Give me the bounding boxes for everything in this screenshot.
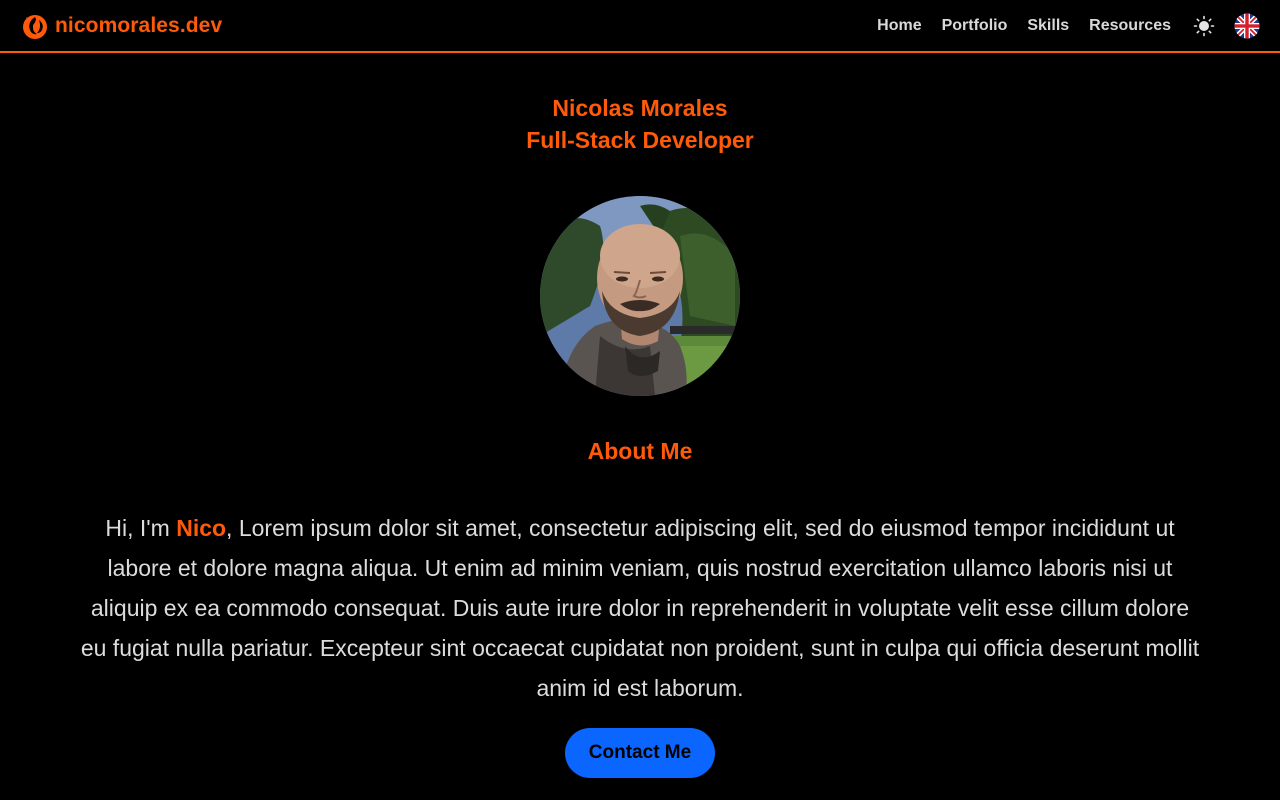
hero-heading: Nicolas Morales Full-Stack Developer (0, 92, 1280, 156)
about-intro-name: Nico (176, 515, 227, 541)
about-body: , Lorem ipsum dolor sit amet, consectetu… (80, 515, 1200, 701)
sun-icon (1193, 15, 1215, 36)
brand-home-link[interactable]: nicomorales.dev (20, 11, 222, 41)
profile-photo (540, 196, 740, 396)
about-intro-prefix: Hi, I'm (105, 515, 177, 541)
profile-avatar (540, 196, 740, 396)
brand-name: nicomorales.dev (55, 13, 223, 37)
hero-role: Full-Stack Developer (526, 127, 754, 153)
nav-resources-link[interactable]: Resources (1089, 17, 1171, 35)
language-switch-button[interactable] (1233, 12, 1261, 40)
about-paragraph: Hi, I'm Nico, Lorem ipsum dolor sit amet… (80, 508, 1200, 708)
about-heading: About Me (587, 438, 693, 464)
main-nav: Home Portfolio Skills Resources (877, 12, 1261, 40)
nav-home-link[interactable]: Home (877, 17, 921, 35)
phoenix-logo-icon (20, 11, 50, 41)
uk-flag-icon (1234, 13, 1260, 38)
theme-toggle-button[interactable] (1190, 12, 1218, 40)
contact-me-button[interactable]: Contact Me (565, 728, 715, 778)
top-navbar: nicomorales.dev Home Portfolio Skills Re… (0, 0, 1280, 53)
nav-portfolio-link[interactable]: Portfolio (942, 17, 1008, 35)
nav-skills-link[interactable]: Skills (1027, 17, 1069, 35)
hero-name: Nicolas Morales (552, 95, 728, 121)
